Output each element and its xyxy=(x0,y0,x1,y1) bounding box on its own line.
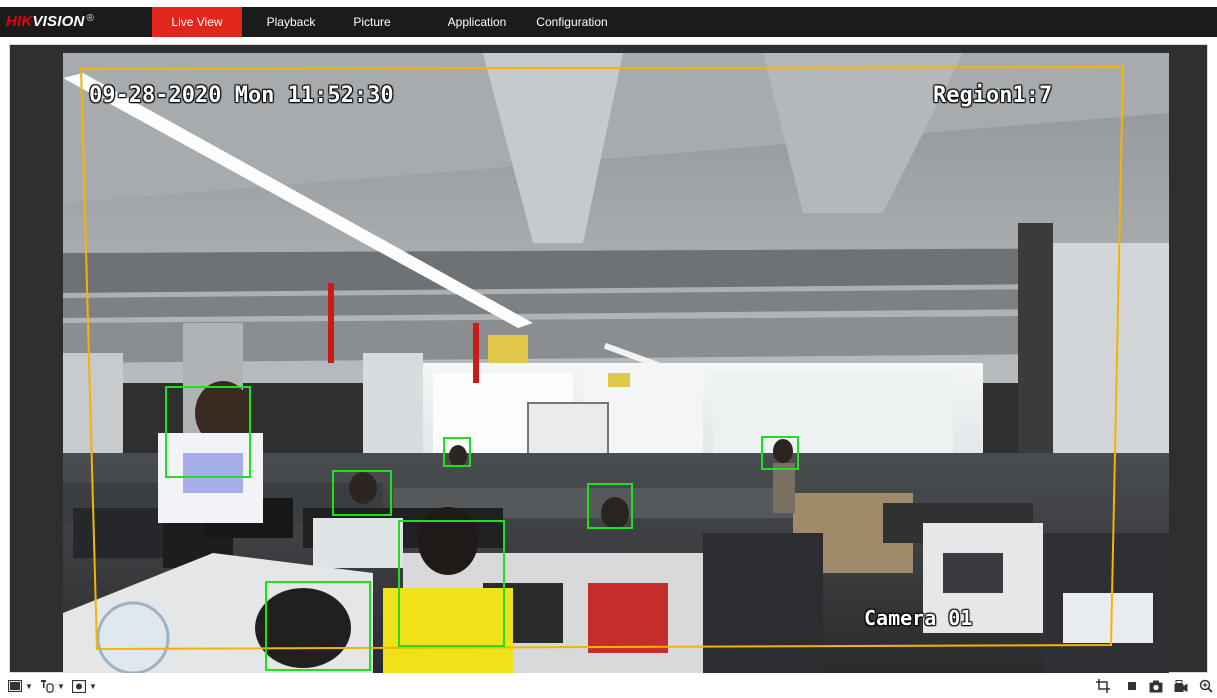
top-header: HIKVISION ® Live View Playback Picture Ap… xyxy=(0,0,1217,37)
plugin-button[interactable]: ▼ xyxy=(72,678,97,694)
chevron-down-icon: ▼ xyxy=(25,681,33,691)
chevron-down-icon: ▼ xyxy=(57,681,65,691)
record-button[interactable] xyxy=(1174,678,1188,694)
zoom-in-icon xyxy=(1199,679,1213,693)
capture-icon xyxy=(1149,680,1163,692)
counting-region-frame xyxy=(79,65,1125,651)
video-stream[interactable]: 09-28-2020 Mon 11:52:30 Region1:7 Camera… xyxy=(63,53,1169,673)
stream-type-button[interactable]: ▼ xyxy=(40,678,65,694)
tab-playback[interactable]: Playback xyxy=(254,7,328,37)
osd-camera-name: Camera 01 xyxy=(864,606,973,630)
window-layout-button[interactable]: ▼ xyxy=(8,678,33,694)
tab-configuration[interactable]: Configuration xyxy=(527,7,617,37)
detection-box xyxy=(332,470,392,516)
detection-box xyxy=(398,520,505,647)
tab-live-view[interactable]: Live View xyxy=(152,7,242,37)
stop-all-icon xyxy=(1128,682,1136,690)
hikvision-logo: HIKVISION ® xyxy=(6,13,95,30)
live-view-toolbar: ▼ ▼ ▼ xyxy=(0,674,1217,698)
detection-box xyxy=(265,581,371,671)
stop-all-button[interactable] xyxy=(1126,678,1138,694)
digital-zoom-crop-icon xyxy=(1096,679,1110,693)
detection-box xyxy=(587,483,633,529)
plugin-icon xyxy=(72,679,86,693)
detection-box xyxy=(443,437,471,467)
digital-zoom-crop-button[interactable] xyxy=(1096,678,1110,694)
detection-box xyxy=(165,386,251,478)
nav-bar: HIKVISION ® Live View Playback Picture Ap… xyxy=(0,7,1217,37)
tab-picture[interactable]: Picture xyxy=(342,7,402,37)
zoom-in-button[interactable] xyxy=(1199,678,1213,694)
tab-application[interactable]: Application xyxy=(437,7,517,37)
record-icon xyxy=(1174,679,1188,692)
osd-timestamp: 09-28-2020 Mon 11:52:30 xyxy=(89,83,394,108)
chevron-down-icon: ▼ xyxy=(89,681,97,691)
window-layout-icon xyxy=(8,680,22,692)
live-view-panel[interactable]: 09-28-2020 Mon 11:52:30 Region1:7 Camera… xyxy=(9,44,1208,673)
capture-button[interactable] xyxy=(1149,678,1163,694)
detection-box xyxy=(761,436,799,470)
stream-type-icon xyxy=(41,680,54,693)
osd-region-count: Region1:7 xyxy=(933,83,1053,108)
